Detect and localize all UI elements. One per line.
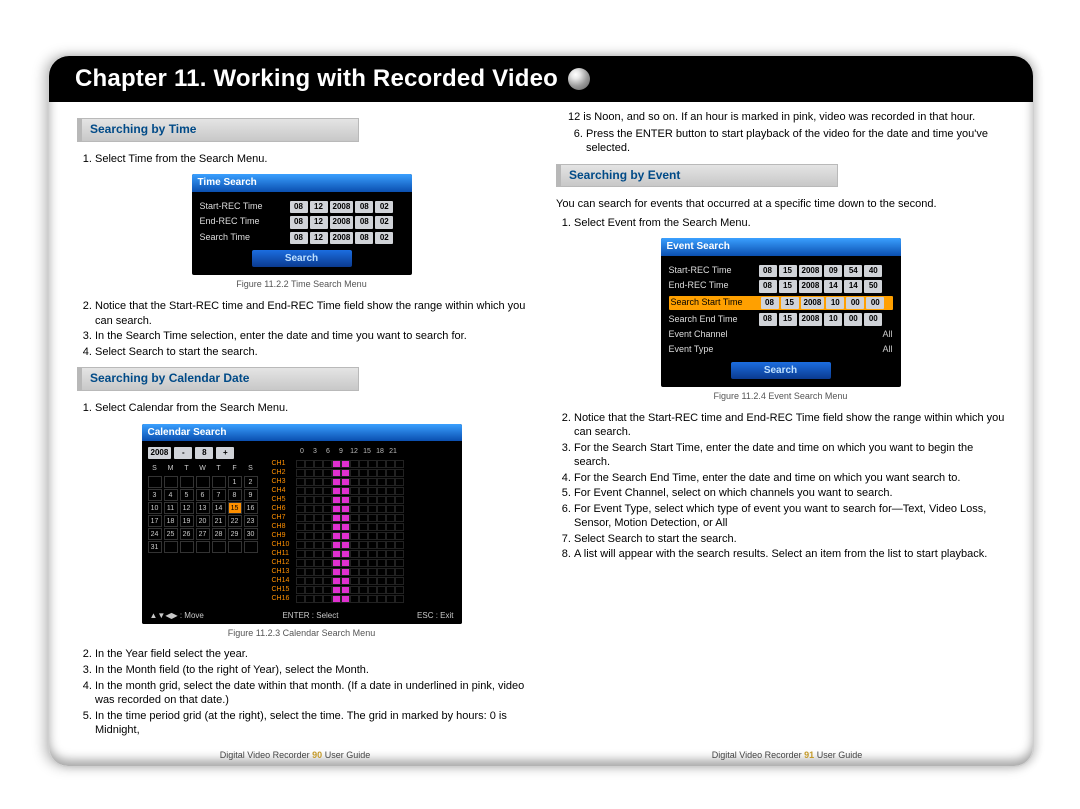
step: Select Event from the Search Menu. xyxy=(574,216,1005,231)
step: In the time period grid (at the right), … xyxy=(95,709,526,738)
menu-title: Calendar Search xyxy=(142,424,462,441)
right-column: 12 is Noon, and so on. If an hour is mar… xyxy=(556,110,1005,732)
header-sphere-icon xyxy=(568,68,590,90)
step: Select Search to start the search. xyxy=(95,345,526,360)
step: Press the ENTER button to start playback… xyxy=(586,127,1005,156)
figure-calendar-search: Calendar Search 2008-8+ SMTWTFS 12345678… xyxy=(142,424,462,624)
section-heading: Searching by Calendar Date xyxy=(77,367,359,391)
step: In the Month field (to the right of Year… xyxy=(95,663,526,678)
figure-caption: Figure 11.2.4 Event Search Menu xyxy=(556,391,1005,403)
step: Select Search to start the search. xyxy=(574,532,1005,547)
menu-title: Event Search xyxy=(661,238,901,255)
steps-list: Select Event from the Search Menu. xyxy=(556,216,1005,231)
menu-title: Time Search xyxy=(192,174,412,191)
steps-list: Press the ENTER button to start playback… xyxy=(568,127,1005,156)
step: Notice that the Start-REC time and End-R… xyxy=(574,411,1005,440)
step: For the Search Start Time, enter the dat… xyxy=(574,441,1005,470)
intro-text: You can search for events that occurred … xyxy=(556,197,1005,212)
steps-list: Notice that the Start-REC time and End-R… xyxy=(77,299,526,359)
step: Select Calendar from the Search Menu. xyxy=(95,401,526,416)
step: In the Year field select the year. xyxy=(95,647,526,662)
figure-event-search: Event Search Start-REC Time 081520080954… xyxy=(661,238,901,386)
section-heading: Searching by Time xyxy=(77,118,359,142)
step: For the Search End Time, enter the date … xyxy=(574,471,1005,486)
step: For Event Channel, select on which chann… xyxy=(574,486,1005,501)
step: In the Search Time selection, enter the … xyxy=(95,329,526,344)
page-footer: Digital Video Recorder 90 User Guide Dig… xyxy=(49,750,1033,760)
section-heading: Searching by Event xyxy=(556,164,838,188)
steps-list: Select Calendar from the Search Menu. xyxy=(77,401,526,416)
figure-caption: Figure 11.2.3 Calendar Search Menu xyxy=(77,628,526,640)
chapter-title: Chapter 11. Working with Recorded Video xyxy=(75,65,558,93)
figure-time-search: Time Search Start-REC Time 081220080802 … xyxy=(192,174,412,275)
step: For Event Type, select which type of eve… xyxy=(574,502,1005,531)
steps-list: Notice that the Start-REC time and End-R… xyxy=(556,411,1005,562)
continuation-line: 12 is Noon, and so on. If an hour is mar… xyxy=(568,110,1005,125)
step: In the month grid, select the date withi… xyxy=(95,679,526,708)
steps-list: In the Year field select the year. In th… xyxy=(77,647,526,737)
left-column: Searching by Time Select Time from the S… xyxy=(77,110,526,732)
figure-caption: Figure 11.2.2 Time Search Menu xyxy=(77,279,526,291)
search-button: Search xyxy=(252,250,352,267)
search-button: Search xyxy=(731,362,831,379)
step: Notice that the Start-REC time and End-R… xyxy=(95,299,526,328)
step: Select Time from the Search Menu. xyxy=(95,152,526,167)
steps-list: Select Time from the Search Menu. xyxy=(77,152,526,167)
step: A list will appear with the search resul… xyxy=(574,547,1005,562)
